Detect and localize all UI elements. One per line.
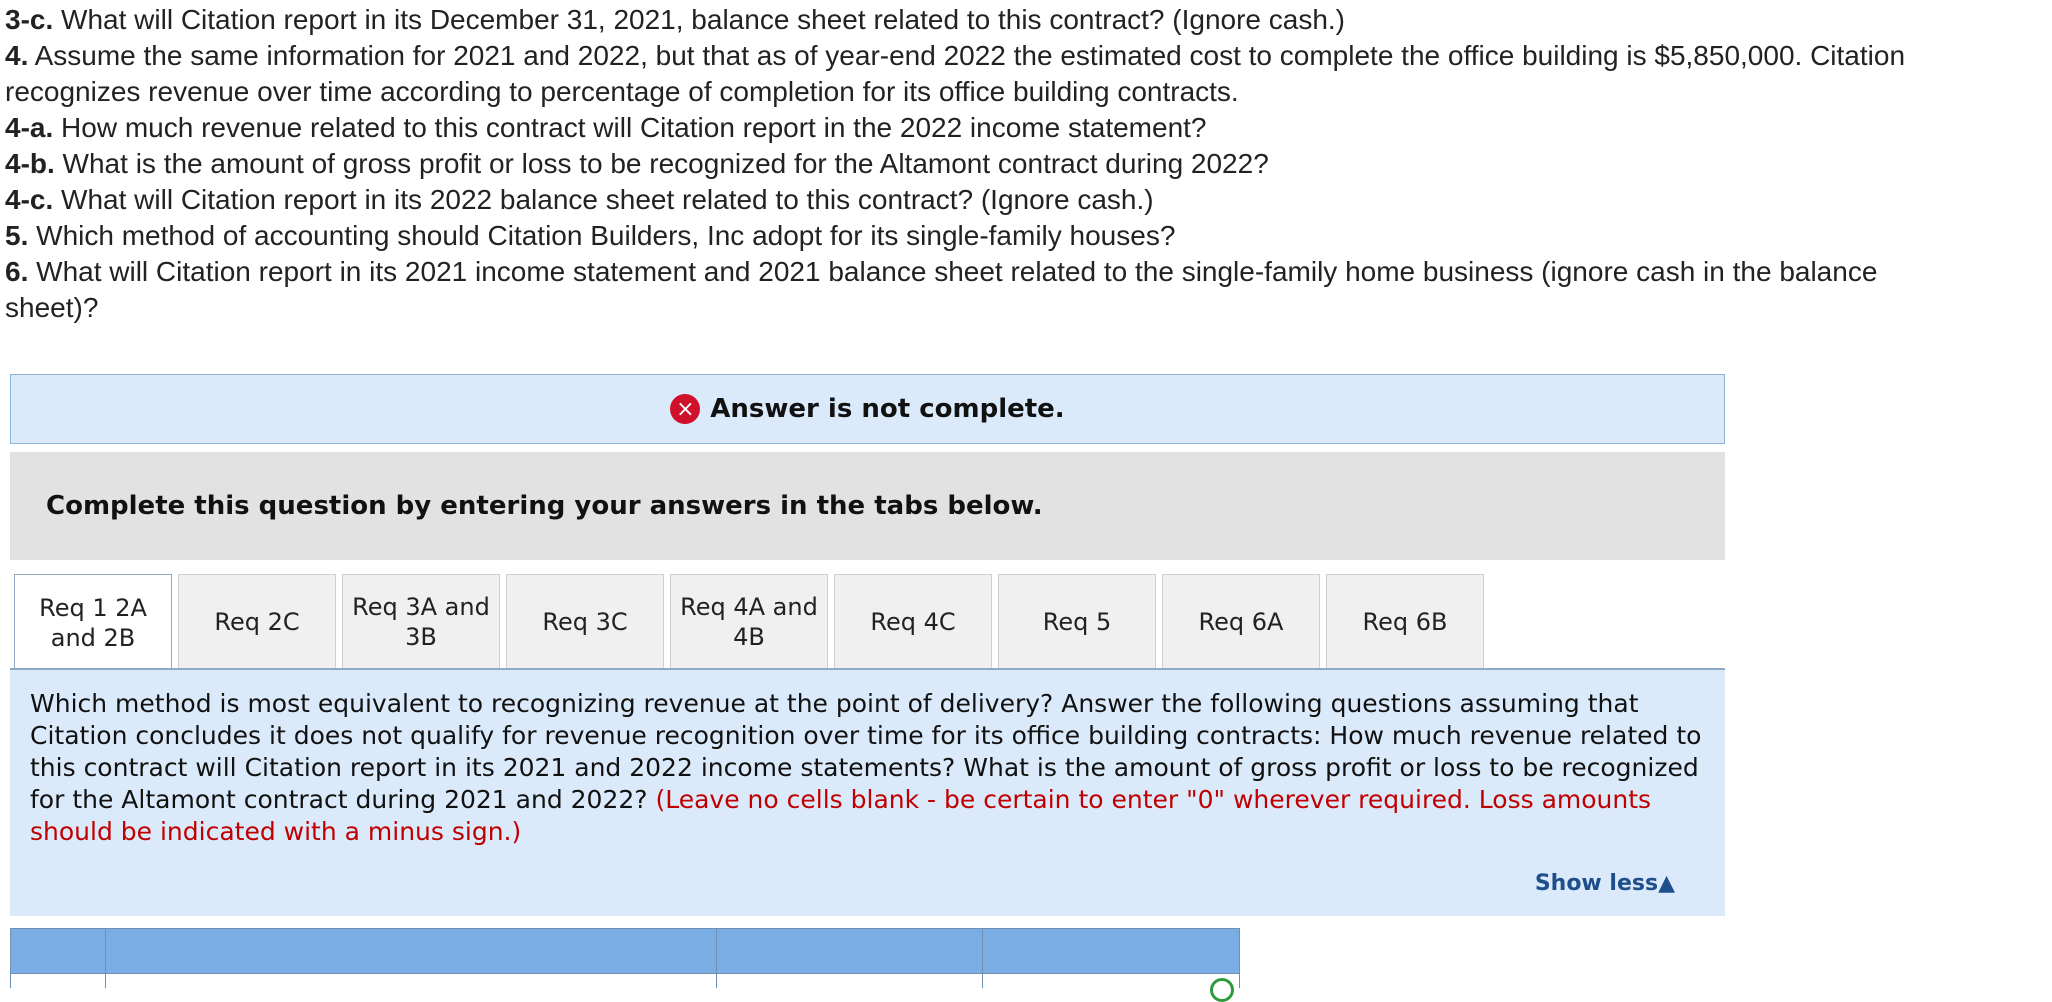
tab-req-3c[interactable]: Req 3C <box>506 574 664 668</box>
question-4a: 4-a. How much revenue related to this co… <box>5 112 1207 143</box>
tab-req-5[interactable]: Req 5 <box>998 574 1156 668</box>
req-tabs: Req 1 2A and 2B Req 2C Req 3A and 3B Req… <box>14 574 1490 670</box>
question-list: 3-c. What will Citation report in its De… <box>5 2 1905 326</box>
tab-req-1-2a-2b[interactable]: Req 1 2A and 2B <box>14 574 172 670</box>
tab-req-6b[interactable]: Req 6B <box>1326 574 1484 668</box>
question-4b: 4-b. What is the amount of gross profit … <box>5 148 1269 179</box>
question-3c: 3-c. What will Citation report in its De… <box>5 4 1346 35</box>
question-6: 6. What will Citation report in its 2021… <box>5 256 1878 323</box>
answer-table-header <box>10 928 1240 974</box>
question-4c: 4-c. What will Citation report in its 20… <box>5 184 1154 215</box>
answer-status-text: Answer is not complete. <box>710 394 1065 424</box>
tab-req-3a-3b[interactable]: Req 3A and 3B <box>342 574 500 668</box>
tab-req-4c[interactable]: Req 4C <box>834 574 992 668</box>
tab-req-2c[interactable]: Req 2C <box>178 574 336 668</box>
tab-req-4a-4b[interactable]: Req 4A and 4B <box>670 574 828 668</box>
question-5: 5. Which method of accounting should Cit… <box>5 220 1176 251</box>
tab-req-6a[interactable]: Req 6A <box>1162 574 1320 668</box>
tab-content-panel: Which method is most equivalent to recog… <box>10 670 1725 916</box>
instruction-panel: Complete this question by entering your … <box>10 452 1725 560</box>
error-x-icon: × <box>670 394 701 424</box>
answer-table <box>10 928 1240 1002</box>
answer-status-banner: × Answer is not complete. <box>10 374 1725 444</box>
instruction-text: Complete this question by entering your … <box>46 491 1043 521</box>
show-less-label: Show less <box>1534 871 1659 896</box>
table-row <box>10 974 1240 988</box>
question-4: 4. Assume the same information for 2021 … <box>5 40 1906 107</box>
show-less-link[interactable]: Show less▲ <box>1535 868 1675 900</box>
